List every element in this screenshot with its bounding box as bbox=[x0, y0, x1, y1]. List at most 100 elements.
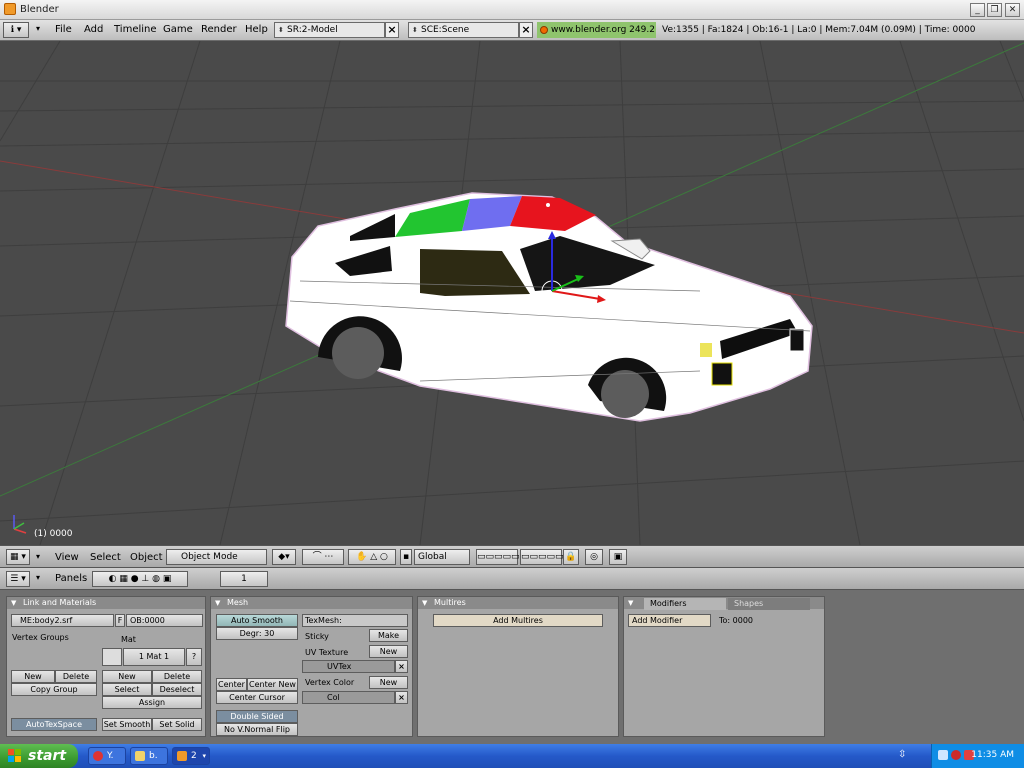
uv-texture-layer[interactable]: UVTex bbox=[302, 660, 395, 673]
close-button[interactable]: ✕ bbox=[1005, 3, 1020, 17]
editor-type-3dview-icon[interactable]: ▦ ▾ bbox=[6, 549, 30, 565]
material-select-button[interactable]: Select bbox=[102, 683, 152, 696]
material-index-field[interactable]: 1 Mat 1 bbox=[123, 648, 185, 666]
menu-file[interactable]: File bbox=[55, 24, 72, 35]
system-tray: 11:35 AM bbox=[931, 744, 1024, 768]
collapse-menu-icon[interactable]: ▾ bbox=[36, 552, 40, 561]
material-deselect-button[interactable]: Deselect bbox=[152, 683, 202, 696]
collapse-triangle-icon[interactable]: ▼ bbox=[215, 597, 220, 609]
mesh-name-field[interactable]: ME:body2.srf bbox=[11, 614, 114, 627]
tray-expand-icon[interactable]: ⇳ bbox=[898, 749, 906, 760]
frame-number-field[interactable]: 1 bbox=[220, 571, 268, 587]
maximize-button[interactable]: ❐ bbox=[987, 3, 1002, 17]
panel-link-materials: ▼ Link and Materials ME:body2.srf F OB:0… bbox=[6, 596, 206, 737]
3d-viewport[interactable]: (1) 0000 bbox=[0, 41, 1024, 545]
screen-select-field[interactable]: ⬍ SR:2-Model bbox=[274, 22, 385, 38]
group-arrow-icon: ▾ bbox=[202, 752, 206, 760]
updown-arrows-icon: ⬍ bbox=[278, 26, 284, 34]
collapse-menu-icon[interactable]: ▾ bbox=[36, 24, 40, 33]
tab-modifiers[interactable]: Modifiers bbox=[644, 598, 726, 610]
no-vnormal-flip-toggle[interactable]: No V.Normal Flip bbox=[216, 723, 298, 736]
mode-select[interactable]: Object Mode bbox=[166, 549, 267, 565]
fake-user-button[interactable]: F bbox=[115, 614, 125, 627]
minimize-button[interactable]: _ bbox=[970, 3, 985, 17]
add-modifier-button[interactable]: Add Modifier bbox=[628, 614, 711, 627]
layer-buttons-left[interactable]: ▭▭▭▭▭ bbox=[476, 549, 520, 565]
menu-timeline[interactable]: Timeline bbox=[114, 24, 157, 35]
center-cursor-button[interactable]: Center Cursor bbox=[216, 691, 298, 704]
editor-type-buttons-icon[interactable]: ☰ ▾ bbox=[6, 571, 30, 587]
add-multires-button[interactable]: Add Multires bbox=[433, 614, 603, 627]
panel-title: Multires bbox=[434, 598, 466, 607]
panel-header[interactable]: ▼ Mesh bbox=[211, 597, 412, 609]
delete-screen-button[interactable]: × bbox=[385, 22, 399, 38]
center-new-button[interactable]: Center New bbox=[247, 678, 298, 691]
material-color-swatch[interactable] bbox=[102, 648, 122, 666]
collapse-menu-icon[interactable]: ▾ bbox=[36, 573, 40, 582]
material-delete-button[interactable]: Delete bbox=[152, 670, 202, 683]
security-alert-icon[interactable] bbox=[951, 750, 961, 760]
layer-buttons-right[interactable]: ▭▭▭▭▭ bbox=[520, 549, 564, 565]
taskbar-item-browser[interactable]: Y. bbox=[88, 747, 126, 765]
collapse-triangle-icon[interactable]: ▼ bbox=[628, 597, 633, 609]
delete-scene-button[interactable]: × bbox=[519, 22, 533, 38]
taskbar-item-folder[interactable]: b. bbox=[130, 747, 168, 765]
modifier-to-label: To: 0000 bbox=[719, 616, 754, 625]
draw-type-icon[interactable]: ◆▾ bbox=[272, 549, 296, 565]
uv-texture-remove-icon[interactable]: × bbox=[395, 660, 408, 673]
vertex-group-delete-button[interactable]: Delete bbox=[55, 670, 97, 683]
vertex-color-new-button[interactable]: New bbox=[369, 676, 408, 689]
context-tab-icons[interactable]: ◐ ▦ ● ⊥ ◍ ▣ bbox=[92, 571, 188, 587]
network-icon[interactable] bbox=[938, 750, 948, 760]
pivot-icon[interactable]: ▪ bbox=[400, 549, 412, 565]
scene-select-field[interactable]: ⬍ SCE:Scene bbox=[408, 22, 519, 38]
object-name-field[interactable]: OB:0000 bbox=[126, 614, 203, 627]
collapse-triangle-icon[interactable]: ▼ bbox=[11, 597, 16, 609]
auto-smooth-degree-field[interactable]: Degr: 30 bbox=[216, 627, 298, 640]
vertex-group-new-button[interactable]: New bbox=[11, 670, 55, 683]
center-button[interactable]: Center bbox=[216, 678, 247, 691]
render-icon[interactable]: ▣ bbox=[609, 549, 627, 565]
material-help-button[interactable]: ? bbox=[186, 648, 202, 666]
menu-add[interactable]: Add bbox=[84, 24, 103, 35]
vertex-color-remove-icon[interactable]: × bbox=[395, 691, 408, 704]
menu-game[interactable]: Game bbox=[163, 24, 193, 35]
texmesh-field[interactable]: TexMesh: bbox=[302, 614, 408, 627]
panel-header[interactable]: ▼ Link and Materials bbox=[7, 597, 205, 609]
double-sided-toggle[interactable]: Double Sided bbox=[216, 710, 298, 723]
current-frame-label: (1) 0000 bbox=[34, 529, 73, 539]
editor-type-info-icon[interactable]: ℹ ▾ bbox=[3, 22, 29, 38]
menu-render[interactable]: Render bbox=[201, 24, 237, 35]
copy-group-button[interactable]: Copy Group bbox=[11, 683, 97, 696]
menu-view[interactable]: View bbox=[55, 552, 79, 563]
sticky-make-button[interactable]: Make bbox=[369, 629, 408, 642]
car-model[interactable] bbox=[285, 192, 813, 422]
blender-url-banner[interactable]: www.blender.org 249.2 bbox=[537, 22, 656, 38]
taskbar-clock[interactable]: 11:35 AM bbox=[971, 750, 1014, 760]
tab-shapes[interactable]: Shapes bbox=[728, 598, 810, 610]
set-smooth-button[interactable]: Set Smooth bbox=[102, 718, 152, 731]
lock-icon[interactable]: 🔒 bbox=[563, 549, 579, 565]
vertex-color-layer[interactable]: Col bbox=[302, 691, 395, 704]
menu-select[interactable]: Select bbox=[90, 552, 121, 563]
auto-smooth-toggle[interactable]: Auto Smooth bbox=[216, 614, 298, 627]
uv-texture-new-button[interactable]: New bbox=[369, 645, 408, 658]
manipulator-icons[interactable]: ✋ △ ○ bbox=[348, 549, 396, 565]
start-button[interactable]: start bbox=[0, 744, 78, 768]
autotexspace-toggle[interactable]: AutoTexSpace bbox=[11, 718, 97, 731]
set-solid-button[interactable]: Set Solid bbox=[152, 718, 202, 731]
menu-help[interactable]: Help bbox=[245, 24, 268, 35]
collapse-triangle-icon[interactable]: ▼ bbox=[422, 597, 427, 609]
panel-header[interactable]: ▼ Multires bbox=[418, 597, 618, 609]
menu-object[interactable]: Object bbox=[130, 552, 163, 563]
render-preview-icon[interactable]: ◎ bbox=[585, 549, 603, 565]
material-assign-button[interactable]: Assign bbox=[102, 696, 202, 709]
mesh-name: ME:body2.srf bbox=[20, 616, 73, 625]
taskbar-item-blender[interactable]: 2 ▾ bbox=[172, 747, 210, 765]
material-new-button[interactable]: New bbox=[102, 670, 152, 683]
scene-stats: Ve:1355 | Fa:1824 | Ob:16-1 | La:0 | Mem… bbox=[662, 25, 976, 35]
col-name: Col bbox=[327, 693, 340, 702]
task-label: b. bbox=[149, 751, 158, 761]
orientation-select[interactable]: Global bbox=[414, 549, 470, 565]
view-lock-icons[interactable]: ⌒ ⋯ bbox=[302, 549, 344, 565]
